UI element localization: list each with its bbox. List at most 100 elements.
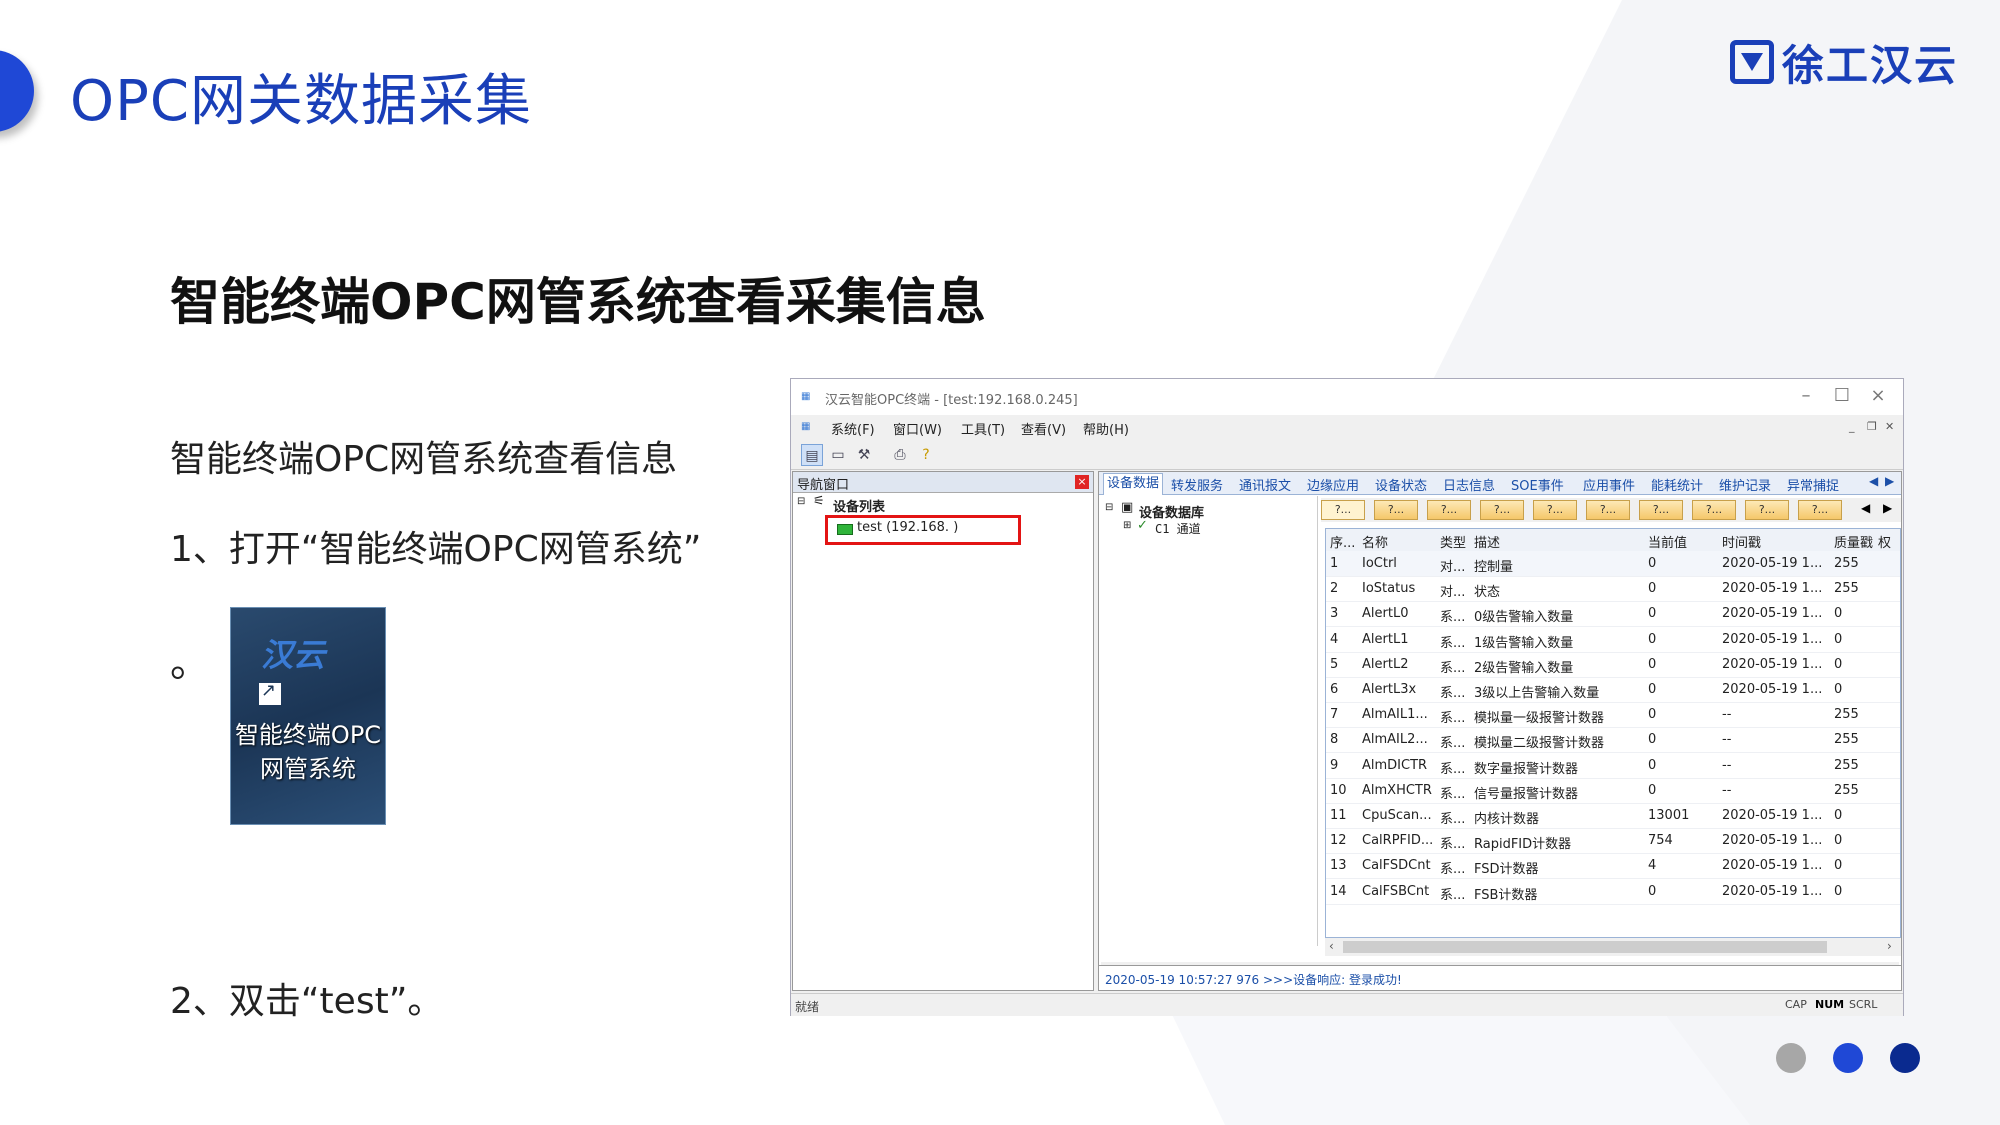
channel-expand-icon[interactable]: ⊞ <box>1123 520 1131 531</box>
data-table: 序... 名称 类型 描述 当前值 时间戳 质量戳 权限 1 IoCtrl 对...… <box>1325 528 1901 938</box>
nav-close-icon[interactable]: × <box>1075 475 1089 489</box>
table-row[interactable]: 14 CalFSBCnt 系... FSB计数器 0 2020-05-19 1... 0 <box>1326 879 1900 905</box>
tab-scroll-right-icon[interactable]: ▶ <box>1885 474 1894 488</box>
maximize-icon[interactable]: ☐ <box>1827 385 1857 406</box>
layout-icon[interactable]: ▤ <box>801 444 823 466</box>
tree-device-list[interactable]: 设备列表 <box>833 496 885 515</box>
cell-index: 8 <box>1330 732 1339 748</box>
cell-type: 系... <box>1440 887 1466 903</box>
table-row[interactable]: 9 AlmDICTR 系... 数字量报警计数器 0 -- 255 <box>1326 753 1900 779</box>
pagination-dot-2[interactable] <box>1833 1043 1863 1073</box>
cell-timestamp: 2020-05-19 1... <box>1722 883 1823 899</box>
cell-name: AlertL0 <box>1362 606 1409 622</box>
table-row[interactable]: 7 AlmAIL1... 系... 模拟量一级报警计数器 0 -- 255 <box>1326 702 1900 729</box>
scroll-thumb[interactable] <box>1343 941 1827 953</box>
table-row[interactable]: 2 IoStatus 对... 状态 0 2020-05-19 1... 255 <box>1326 576 1900 603</box>
menu-tools[interactable]: 工具(T) <box>961 419 1005 438</box>
mdi-close-icon[interactable]: ✕ <box>1885 420 1894 433</box>
window-icon[interactable]: ▭ <box>827 444 849 466</box>
sub-tab[interactable]: ?... <box>1374 500 1418 520</box>
tree-database-root[interactable]: 设备数据库 <box>1139 502 1204 521</box>
col-desc[interactable]: 描述 <box>1474 532 1500 551</box>
pagination-dot-3[interactable] <box>1890 1043 1920 1073</box>
table-row[interactable]: 11 CpuScan... 系... 内核计数器 13001 2020-05-19 1..… <box>1326 803 1900 829</box>
table-row[interactable]: 10 AlmXHCTR 系... 信号量报警计数器 0 -- 255 <box>1326 778 1900 804</box>
db-collapse-icon[interactable]: ⊟ <box>1105 502 1113 513</box>
database-icon: ▣ <box>1121 500 1134 515</box>
cell-type: 系... <box>1440 610 1466 626</box>
mdi-minimize-icon[interactable]: _ <box>1849 420 1855 433</box>
subtab-scroll-right-icon[interactable]: ▶ <box>1883 501 1892 515</box>
sub-tab[interactable]: ?... <box>1427 500 1471 520</box>
status-text: 就绪 <box>795 1000 820 1014</box>
tools-icon[interactable]: ⚒ <box>853 444 875 466</box>
print-icon[interactable]: ⎙ <box>889 444 911 466</box>
scroll-right-icon[interactable]: › <box>1887 939 1892 953</box>
desktop-shortcut-icon[interactable]: 汉云 智能终端OPC网管系统 <box>230 607 386 825</box>
sub-tab[interactable]: ?... <box>1480 500 1524 520</box>
sub-tab[interactable]: ?... <box>1798 500 1842 520</box>
cell-index: 3 <box>1330 606 1339 622</box>
tree-channel-c1[interactable]: C1 通道 <box>1155 520 1201 537</box>
menu-system[interactable]: 系统(F) <box>831 419 875 438</box>
cell-type: 系... <box>1440 660 1466 676</box>
table-row[interactable]: 12 CalRPFID... 系... RapidFID计数器 754 2020-05-1… <box>1326 828 1900 855</box>
table-hscrollbar[interactable]: ‹ › <box>1325 938 1901 956</box>
tab-scroll-left-icon[interactable]: ◀ <box>1869 474 1878 488</box>
tab-log-info[interactable]: 日志信息 <box>1443 475 1495 494</box>
brand-logo-icon <box>1730 40 1774 84</box>
cell-index: 9 <box>1330 757 1339 773</box>
cell-type: 对... <box>1440 560 1466 575</box>
col-name[interactable]: 名称 <box>1362 532 1388 551</box>
tab-app-events[interactable]: 应用事件 <box>1583 475 1635 494</box>
tab-forward-service[interactable]: 转发服务 <box>1171 475 1223 494</box>
tab-device-status[interactable]: 设备状态 <box>1375 475 1427 494</box>
minimize-icon[interactable]: – <box>1791 385 1821 406</box>
cell-name: AlmXHCTR <box>1362 782 1432 798</box>
tree-collapse-icon[interactable]: ⊟ <box>797 496 805 507</box>
cell-index: 10 <box>1330 782 1347 798</box>
cell-value: 0 <box>1648 883 1657 899</box>
table-row[interactable]: 3 AlertL0 系... 0级告警输入数量 0 2020-05-19 1... 0 <box>1326 601 1900 628</box>
tab-maintenance[interactable]: 维护记录 <box>1719 475 1771 494</box>
sub-tab[interactable]: ?... <box>1321 500 1365 520</box>
col-timestamp[interactable]: 时间戳 <box>1722 532 1761 551</box>
menu-window[interactable]: 窗口(W) <box>893 419 942 438</box>
sub-tab[interactable]: ?... <box>1745 500 1789 520</box>
indicator-cap: CAP <box>1785 998 1807 1011</box>
database-tree: ⊟ ▣ 设备数据库 ⊞ ✓ C1 通道 <box>1099 496 1318 946</box>
scroll-left-icon[interactable]: ‹ <box>1329 939 1334 953</box>
subtab-scroll-left-icon[interactable]: ◀ <box>1861 501 1870 515</box>
mdi-restore-icon[interactable]: ❐ <box>1867 420 1877 433</box>
tab-comm-messages[interactable]: 通讯报文 <box>1239 475 1291 494</box>
close-icon[interactable]: × <box>1863 385 1893 406</box>
col-value[interactable]: 当前值 <box>1648 532 1687 551</box>
toolbar: ▤ ▭ ⚒ ⎙ ? <box>791 441 1903 470</box>
menu-view[interactable]: 查看(V) <box>1021 419 1066 438</box>
cell-quality: 255 <box>1834 556 1859 571</box>
sub-tab[interactable]: ?... <box>1692 500 1736 520</box>
tab-soe-events[interactable]: SOE事件 <box>1511 475 1564 494</box>
tab-device-data[interactable]: 设备数据 <box>1103 473 1164 495</box>
cell-index: 12 <box>1330 833 1347 849</box>
col-type[interactable]: 类型 <box>1440 532 1466 551</box>
menu-help[interactable]: 帮助(H) <box>1083 419 1129 438</box>
tab-edge-apps[interactable]: 边缘应用 <box>1307 475 1359 494</box>
highlight-box <box>825 515 1021 545</box>
tab-energy-stats[interactable]: 能耗统计 <box>1651 475 1703 494</box>
help-icon[interactable]: ? <box>915 444 937 466</box>
table-row[interactable]: 6 AlertL3x 系... 3级以上告警输入数量 0 2020-05-19 1... 0 <box>1326 677 1900 703</box>
sub-tab[interactable]: ?... <box>1639 500 1683 520</box>
table-row[interactable]: 5 AlertL2 系... 2级告警输入数量 0 2020-05-19 1... 0 <box>1326 652 1900 678</box>
tab-exception-capture[interactable]: 异常捕捉 <box>1787 475 1839 494</box>
table-row[interactable]: 8 AlmAIL2... 系... 模拟量二级报警计数器 0 -- 255 <box>1326 727 1900 754</box>
pagination-dot-1[interactable] <box>1776 1043 1806 1073</box>
table-row[interactable]: 4 AlertL1 系... 1级告警输入数量 0 2020-05-19 1... 0 <box>1326 627 1900 653</box>
cell-type: 系... <box>1440 736 1466 752</box>
sub-tab[interactable]: ?... <box>1586 500 1630 520</box>
table-row[interactable]: 1 IoCtrl 对... 控制量 0 2020-05-19 1... 255 <box>1326 551 1900 577</box>
sub-tab[interactable]: ?... <box>1533 500 1577 520</box>
col-quality[interactable]: 质量戳 <box>1834 532 1873 551</box>
table-row[interactable]: 13 CalFSDCnt 系... FSD计数器 4 2020-05-19 1... 0 <box>1326 853 1900 880</box>
col-index[interactable]: 序... <box>1330 532 1355 551</box>
